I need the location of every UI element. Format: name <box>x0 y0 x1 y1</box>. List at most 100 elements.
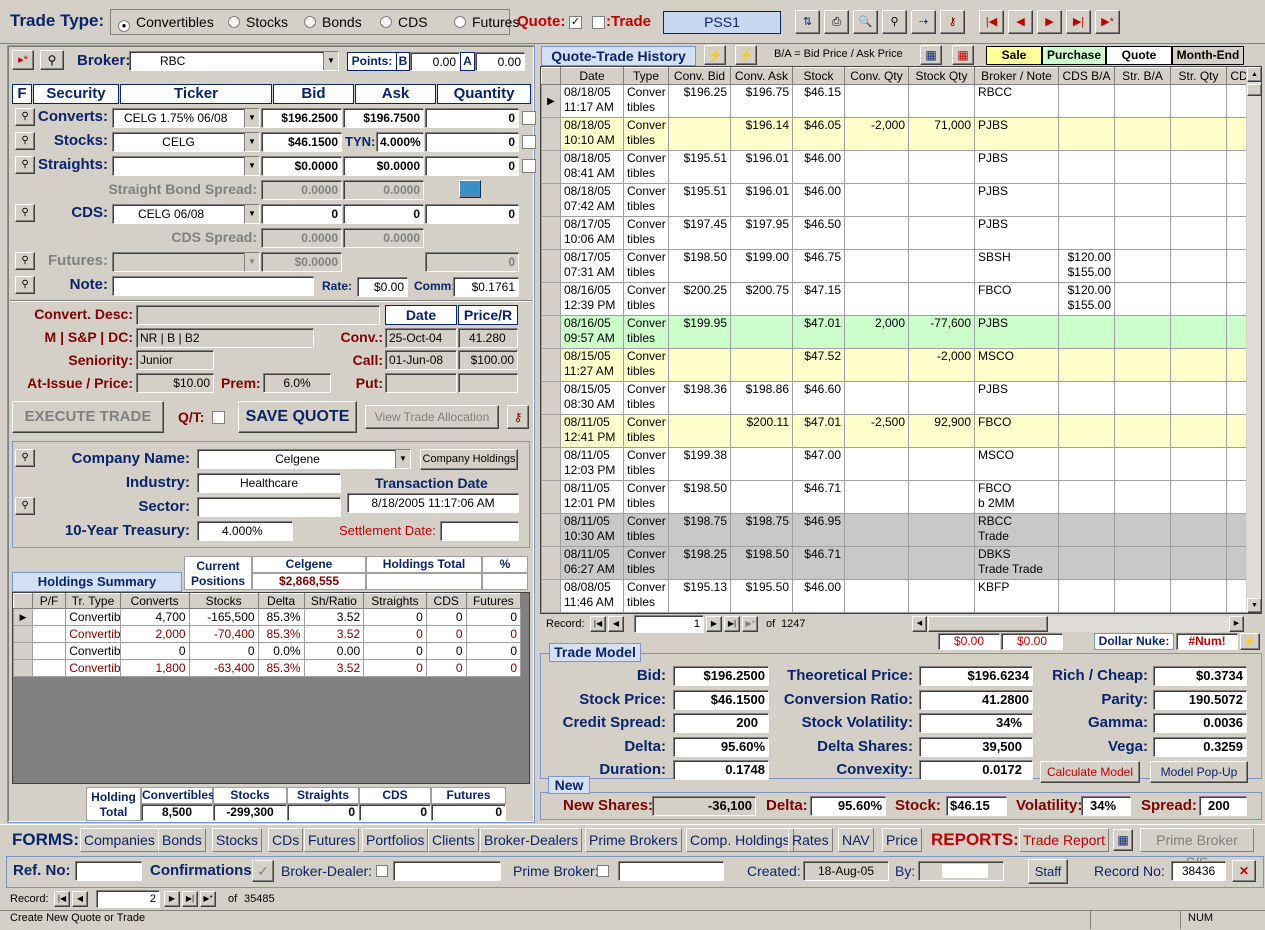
qt-checkbox[interactable] <box>212 411 225 424</box>
row-selector[interactable] <box>13 659 33 677</box>
holdings-row[interactable]: ▶ Convertib 4,700 -165,500 85.3% 3.52 0 0 0 <box>13 608 522 626</box>
print-preview-icon[interactable]: 🔍 <box>853 10 878 34</box>
row-selector[interactable] <box>541 315 561 349</box>
row-selector[interactable] <box>541 414 561 448</box>
new-stock[interactable]: $46.15 <box>946 796 1007 816</box>
row-selector[interactable] <box>541 480 561 514</box>
history-record-input[interactable]: 1 <box>634 615 704 633</box>
form-link-nav[interactable]: NAV <box>838 828 874 852</box>
comm-input[interactable]: $0.1761 <box>453 277 519 297</box>
history-row[interactable]: 08/11/05 12:01 PM Conver tibles $198.50 $46.7… <box>541 480 1260 514</box>
prime-broker-input[interactable] <box>618 861 724 881</box>
converts-qty-input[interactable]: 0 <box>425 108 519 128</box>
prime-broker-link[interactable]: Prime Broker S/S <box>1140 828 1254 870</box>
first-record-icon[interactable]: |◀ <box>54 891 70 907</box>
new-record-icon[interactable]: ▶* <box>1095 10 1120 34</box>
row-selector[interactable] <box>541 183 561 217</box>
binoculars-icon[interactable]: ⚲ <box>15 156 35 174</box>
trade-checkbox[interactable] <box>592 16 605 29</box>
converts-bid-input[interactable]: $196.2500 <box>261 108 342 128</box>
form-link-comp--holdings[interactable]: Comp. Holdings <box>686 828 794 852</box>
form-link-rates[interactable]: Rates <box>788 828 833 852</box>
history-row[interactable]: 08/18/05 08:41 AM Conver tibles $195.51 $196.… <box>541 150 1260 184</box>
history-row[interactable]: 08/18/05 10:10 AM Conver tibles $196.14 $46.0… <box>541 117 1260 151</box>
broker-dealer-checkbox[interactable] <box>376 865 388 877</box>
next-record-icon[interactable]: ▶ <box>706 616 722 632</box>
goto-icon[interactable]: ⇢ <box>911 10 936 34</box>
cds-ticker-select[interactable]: CELG 06/08 ▼ <box>112 204 260 224</box>
points-a-input[interactable]: 0.00 <box>475 52 525 71</box>
calculator-icon[interactable] <box>459 180 481 198</box>
print-icon[interactable]: ⎙ <box>824 10 849 34</box>
row-selector[interactable] <box>541 249 561 283</box>
history-row[interactable]: 08/11/05 10:30 AM Conver tibles $198.75 $198.… <box>541 513 1260 547</box>
history-hscrollbar[interactable]: ◀ ▶ <box>912 616 1244 632</box>
row-selector[interactable] <box>541 381 561 415</box>
straights-ticker-select[interactable]: ▼ <box>112 156 260 176</box>
binoculars-icon[interactable]: ⚲ <box>15 497 35 515</box>
binoculars-icon[interactable]: ⚲ <box>15 252 35 270</box>
form-link-prime-brokers[interactable]: Prime Brokers <box>585 828 682 852</box>
trade-model-tab[interactable]: Trade Model <box>549 643 641 662</box>
row-selector[interactable] <box>541 282 561 316</box>
scroll-h-thumb[interactable] <box>928 616 1048 632</box>
last-record-icon[interactable]: ▶| <box>1066 10 1091 34</box>
confirmations-check[interactable]: ✓ <box>252 860 274 882</box>
scroll-up-icon[interactable]: ▲ <box>1247 67 1261 82</box>
broker-select[interactable]: RBC ▼ <box>129 51 339 71</box>
history-row[interactable]: 08/18/05 07:42 AM Conver tibles $195.51 $196.… <box>541 183 1260 217</box>
form-link-cds[interactable]: CDs <box>268 828 304 852</box>
straights-qty-input[interactable]: 0 <box>425 156 519 176</box>
key-icon[interactable]: ⚷ <box>507 405 529 429</box>
form-link-broker-dealers[interactable]: Broker-Dealers <box>480 828 583 852</box>
scroll-thumb[interactable] <box>1247 84 1261 96</box>
industry-field[interactable]: Healthcare <box>197 473 341 493</box>
sector-field[interactable] <box>197 497 341 517</box>
trade-type-radio-futures[interactable]: Futures <box>454 14 519 30</box>
holdings-summary-tab[interactable]: Holdings Summary <box>12 572 182 592</box>
scroll-right-icon[interactable]: ▶ <box>1229 616 1244 632</box>
row-selector[interactable] <box>541 348 561 382</box>
history-row[interactable]: 08/17/05 07:31 AM Conver tibles $198.50 $199.… <box>541 249 1260 283</box>
history-row[interactable]: 08/11/05 06:27 AM Conver tibles $198.25 $198.… <box>541 546 1260 580</box>
sort-icon[interactable]: ⇅ <box>795 10 820 34</box>
cds-bid-input[interactable]: 0 <box>261 204 342 224</box>
view-trade-allocation-button[interactable]: View Trade Allocation <box>365 405 499 429</box>
row-selector[interactable] <box>13 642 33 660</box>
calendar-red-icon[interactable]: ▦ <box>952 45 974 65</box>
cds-ask-input[interactable]: 0 <box>343 204 424 224</box>
next-record-icon[interactable]: ▶ <box>164 891 180 907</box>
holdings-row[interactable]: Convertib 2,000 -70,400 85.3% 3.52 0 0 0 <box>13 625 522 643</box>
trade-type-radio-cds[interactable]: CDS <box>380 14 428 30</box>
company-holdings-button[interactable]: Company Holdings <box>420 449 518 470</box>
trade-type-radio-bonds[interactable]: Bonds <box>304 14 362 30</box>
form-link-price[interactable]: Price <box>882 828 922 852</box>
row-selector[interactable] <box>541 117 561 151</box>
stocks-ticker-select[interactable]: CELG ▼ <box>112 132 260 152</box>
tyn-input[interactable]: 4.000% <box>376 132 424 152</box>
last-record-icon[interactable]: ▶| <box>724 616 740 632</box>
prev-record-icon[interactable]: ◀ <box>608 616 624 632</box>
new-record-button[interactable]: ▸* <box>12 50 34 70</box>
execute-trade-button[interactable]: EXECUTE TRADE <box>12 401 164 433</box>
new-record-icon[interactable]: ▶* <box>200 891 216 907</box>
form-link-stocks[interactable]: Stocks <box>212 828 263 852</box>
note-input[interactable] <box>112 276 314 296</box>
calendar-icon[interactable]: ▦ <box>920 45 942 65</box>
lightning-icon[interactable]: ⚡ <box>704 45 726 65</box>
points-b-input[interactable]: 0.00 <box>410 52 460 71</box>
scroll-left-icon[interactable]: ◀ <box>912 616 927 632</box>
history-row[interactable]: 08/08/05 11:46 AM Conver tibles $195.13 $195.… <box>541 579 1260 613</box>
history-row[interactable]: 08/16/05 12:39 PM Conver tibles $200.25 $200.… <box>541 282 1260 316</box>
history-row[interactable]: ▶ 08/18/05 11:17 AM Conver tibles $196.25 $196… <box>541 84 1260 118</box>
form-link-companies[interactable]: Companies <box>80 828 159 852</box>
form-link-clients[interactable]: Clients <box>428 828 479 852</box>
converts-flag-checkbox[interactable] <box>522 111 536 125</box>
row-selector[interactable] <box>541 150 561 184</box>
holdings-row[interactable]: Convertib 0 0 0.0% 0.00 0 0 0 <box>13 642 522 660</box>
report-calendar-icon[interactable]: ▦ <box>1113 829 1133 851</box>
straights-ask-input[interactable]: $0.0000 <box>343 156 424 176</box>
straights-flag-checkbox[interactable] <box>522 159 536 173</box>
straights-bid-input[interactable]: $0.0000 <box>261 156 342 176</box>
binoculars-icon[interactable]: ⚲ <box>882 10 907 34</box>
